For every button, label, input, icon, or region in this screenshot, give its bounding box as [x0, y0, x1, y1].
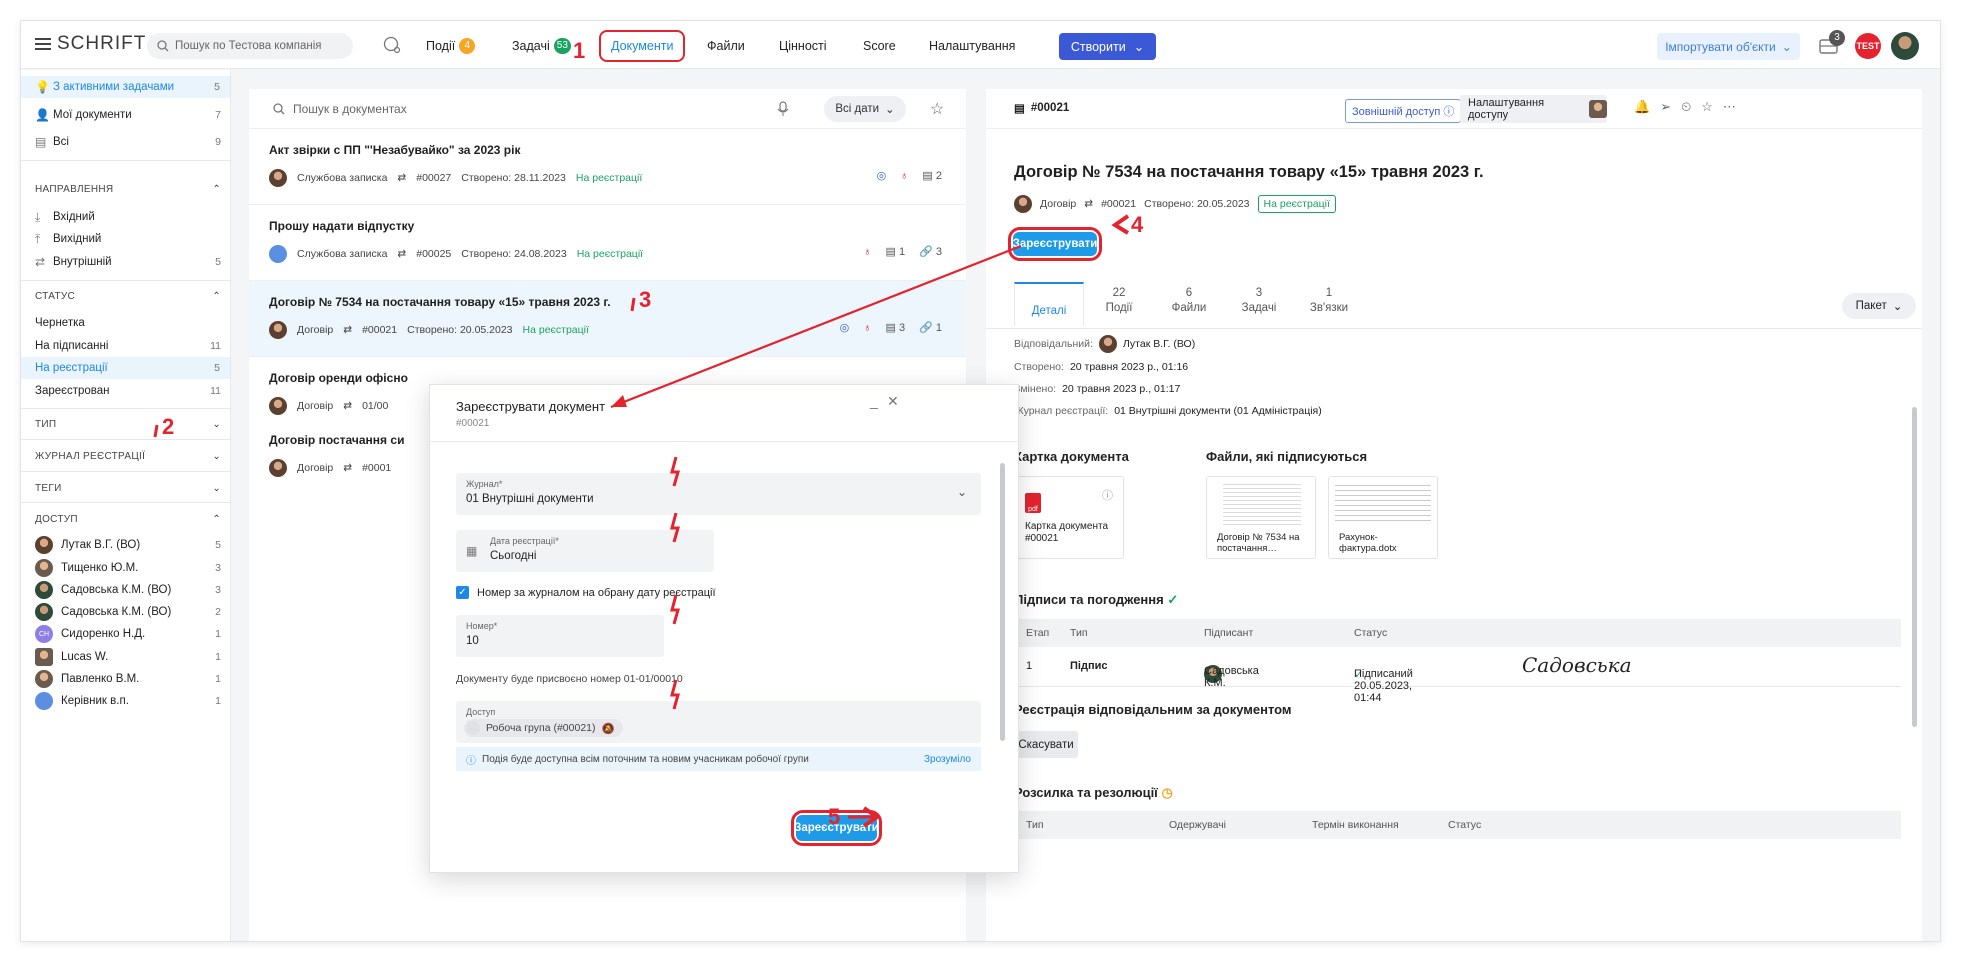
annotation-label: 1	[573, 38, 586, 63]
annotation-label: 3	[639, 287, 652, 312]
app-window: SCHRIFT Пошук по Тестова компанія Події 4…	[20, 20, 1941, 942]
annotation-layer	[153, 214, 1130, 828]
annotation-label: 5	[828, 804, 841, 829]
annotation-label: 2	[162, 414, 175, 439]
annotation-label: 4	[1131, 212, 1144, 237]
